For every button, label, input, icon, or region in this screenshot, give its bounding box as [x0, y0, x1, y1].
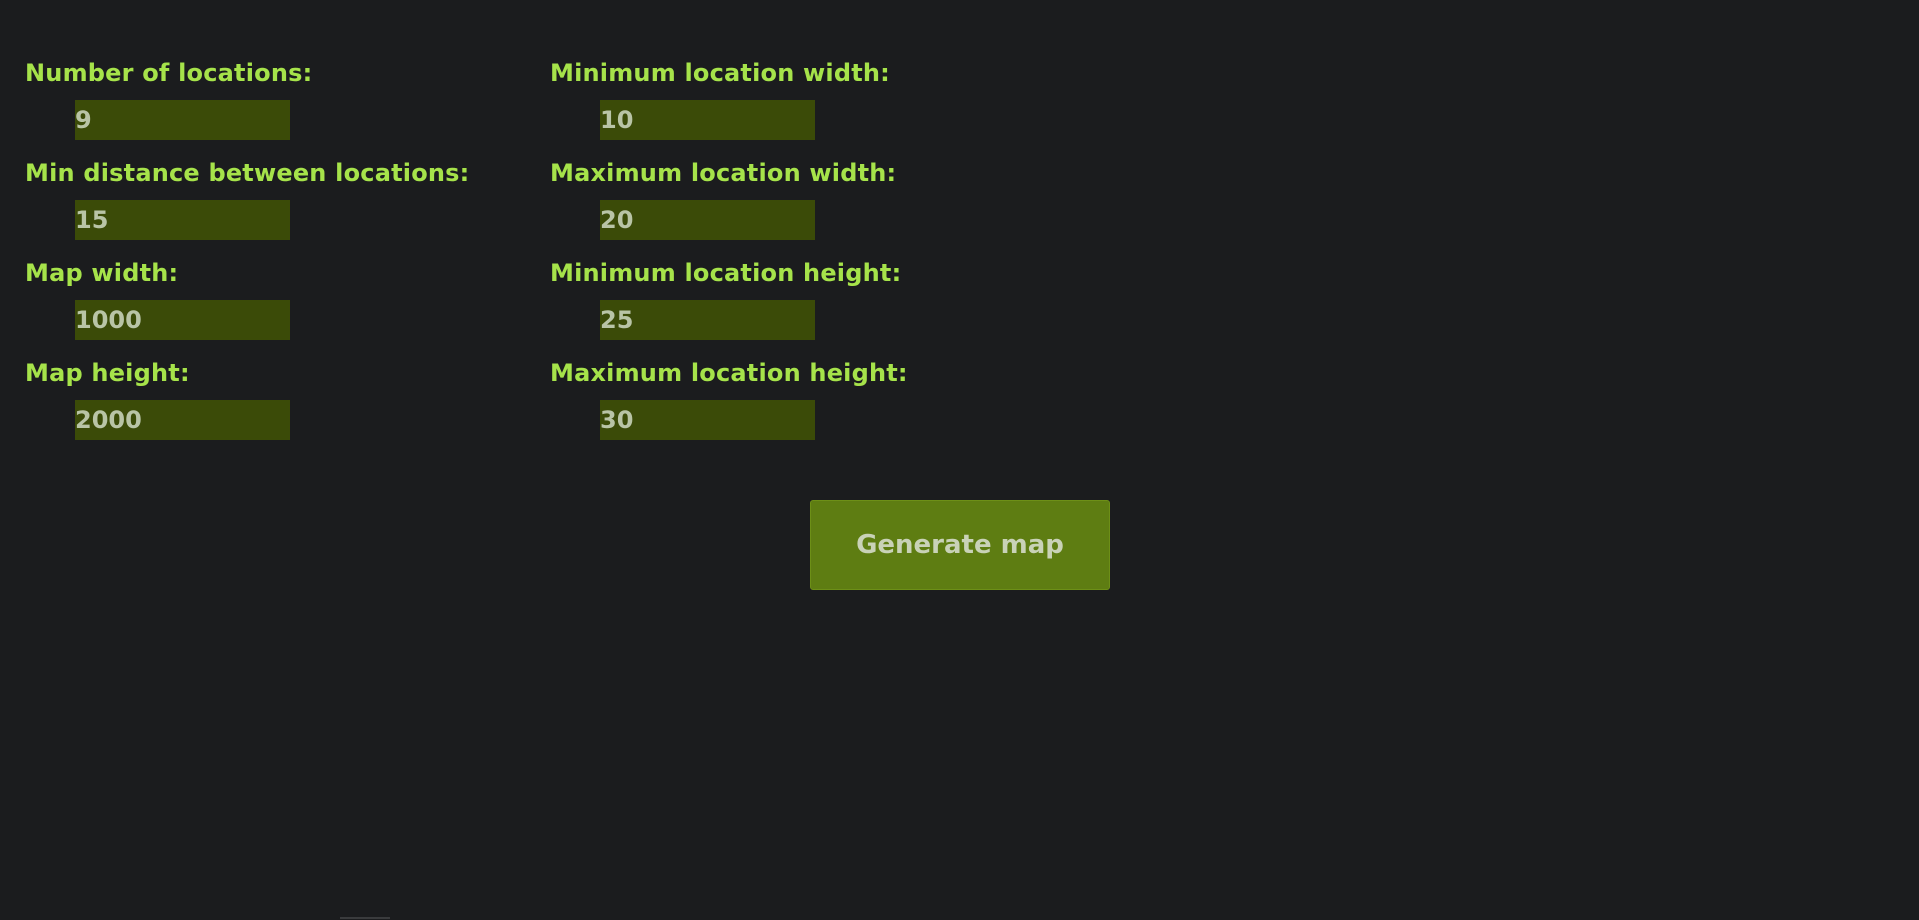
max-location-width-label: Maximum location width: [550, 159, 897, 187]
min-distance-label: Min distance between locations: [25, 159, 470, 187]
max-location-height-input[interactable] [600, 400, 815, 440]
number-of-locations-label: Number of locations: [25, 59, 313, 87]
number-of-locations-input[interactable] [75, 100, 290, 140]
min-location-height-input[interactable] [600, 300, 815, 340]
map-height-input[interactable] [75, 400, 290, 440]
generate-map-button[interactable]: Generate map [810, 500, 1110, 590]
min-distance-input[interactable] [75, 200, 290, 240]
max-location-height-label: Maximum location height: [550, 359, 908, 387]
min-location-height-label: Minimum location height: [550, 259, 902, 287]
min-location-width-input[interactable] [600, 100, 815, 140]
map-width-label: Map width: [25, 259, 179, 287]
map-width-input[interactable] [75, 300, 290, 340]
map-height-label: Map height: [25, 359, 190, 387]
bottom-divider [340, 917, 390, 919]
max-location-width-input[interactable] [600, 200, 815, 240]
min-location-width-label: Minimum location width: [550, 59, 890, 87]
